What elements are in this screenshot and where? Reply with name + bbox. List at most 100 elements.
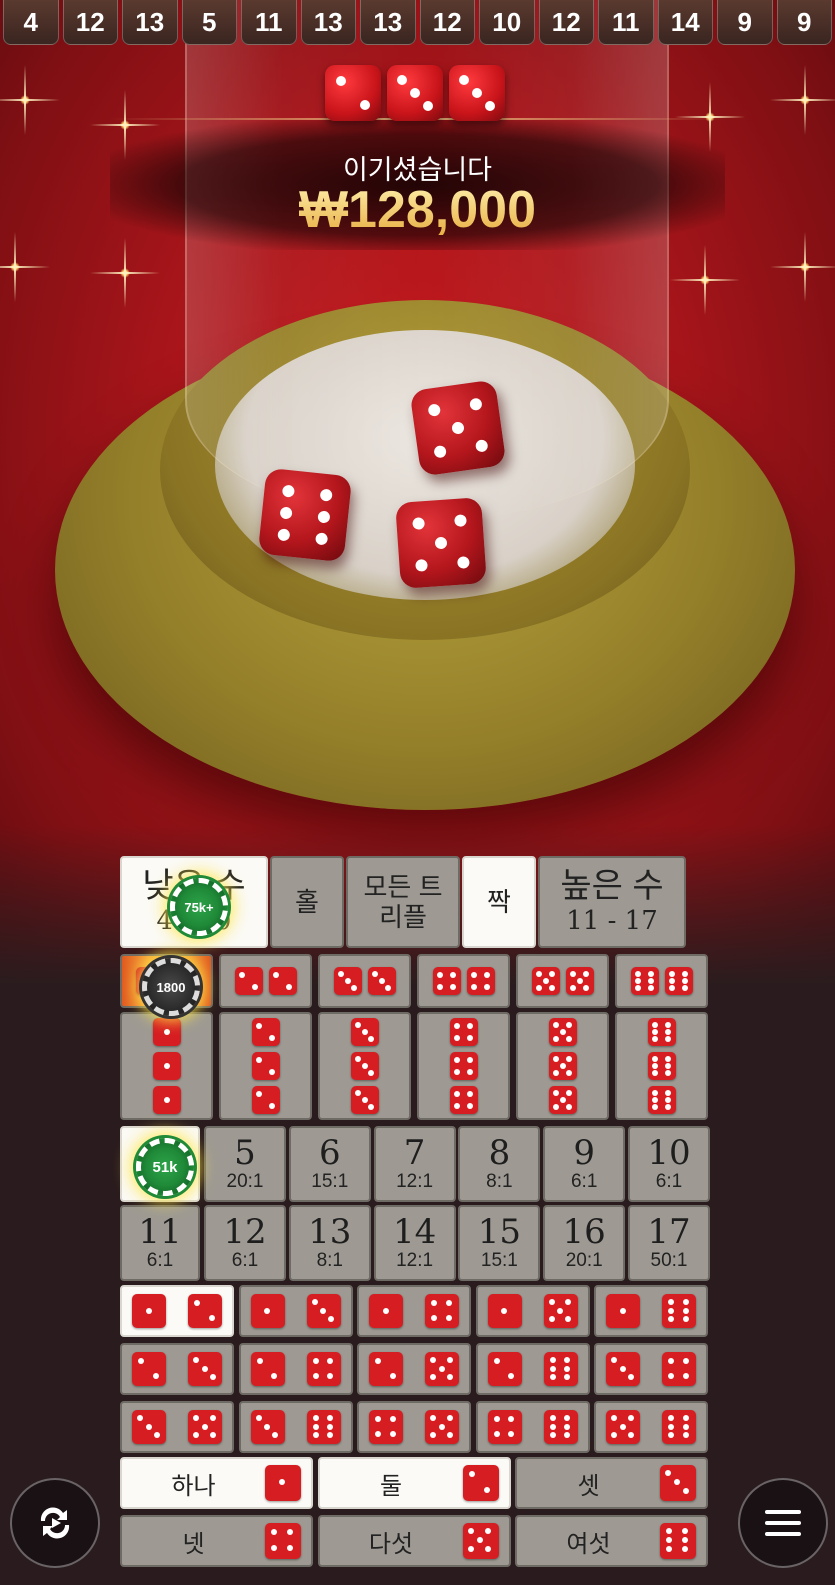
menu-button[interactable] [738, 1478, 828, 1568]
die-pip [145, 1307, 152, 1314]
die-pip [285, 984, 292, 991]
bet-sum-13[interactable]: 13 8:1 [288, 1205, 371, 1281]
die-pip [433, 444, 448, 459]
sum-number: 16 [562, 1212, 606, 1252]
bet-double-4[interactable] [417, 954, 510, 1008]
bet-sum-8[interactable]: 8 8:1 [458, 1126, 541, 1202]
bet-combo-2-5[interactable] [357, 1343, 471, 1395]
bet-single-5[interactable]: 다섯 [317, 1515, 511, 1567]
bet-odd[interactable]: 홀 [270, 856, 344, 948]
bet-triple-4[interactable] [417, 1012, 510, 1120]
die-icon-6 [543, 1352, 578, 1386]
bet-high[interactable]: 높은 수 11 - 17 [538, 856, 686, 948]
repeat-bet-button[interactable] [10, 1478, 100, 1568]
die-pip [664, 1021, 671, 1028]
die-pip [666, 1546, 673, 1553]
die-pip [337, 971, 344, 978]
bet-sum-9[interactable]: 9 6:1 [543, 1126, 626, 1202]
bet-sum-17[interactable]: 17 50:1 [628, 1205, 710, 1281]
bet-triple-6[interactable] [615, 1012, 708, 1120]
die-pip [311, 1299, 318, 1306]
bet-sum-6[interactable]: 6 15:1 [288, 1126, 371, 1202]
bet-combo-1-2[interactable] [120, 1285, 234, 1337]
bet-even[interactable]: 짝 [462, 856, 536, 948]
die-pip [682, 1414, 689, 1421]
die-pip [664, 1097, 671, 1103]
die-pip [434, 536, 448, 550]
die-pip [371, 971, 378, 978]
bet-triple-2[interactable] [219, 1012, 312, 1120]
bet-combo-2-3[interactable] [120, 1343, 234, 1395]
bet-combo-1-3[interactable] [238, 1285, 353, 1337]
bet-combo-5-6[interactable] [594, 1401, 708, 1453]
die-pip [552, 1069, 559, 1076]
bet-sum-14[interactable]: 14 12:1 [373, 1205, 456, 1281]
die-pip [627, 1431, 634, 1438]
die-pip [446, 1357, 453, 1364]
bet-combo-1-5[interactable] [475, 1285, 590, 1337]
bet-sum-12[interactable]: 12 6:1 [204, 1205, 286, 1281]
die-pip [368, 1103, 375, 1110]
die-pip [548, 1299, 555, 1306]
bet-combo-3-6[interactable] [238, 1401, 353, 1453]
die-pip [666, 1527, 673, 1534]
die-pip [454, 1056, 461, 1063]
bet-combo-2-4[interactable] [238, 1343, 353, 1395]
die-icon-5 [606, 1410, 640, 1444]
bet-single-6[interactable]: 여섯 [515, 1515, 708, 1567]
die-pip [389, 1430, 396, 1437]
bet-combo-2-6[interactable] [475, 1343, 590, 1395]
bet-single-3[interactable]: 셋 [515, 1457, 708, 1509]
sum-payout: 50:1 [650, 1250, 688, 1271]
die-icon-3 [250, 1410, 285, 1444]
bet-double-5[interactable] [516, 954, 609, 1008]
bet-sum-7[interactable]: 7 12:1 [373, 1126, 456, 1202]
die-icon-4 [369, 1410, 403, 1444]
repeat-icon [40, 1507, 70, 1539]
die-pip [476, 1537, 483, 1543]
bet-sum-15[interactable]: 15 15:1 [458, 1205, 541, 1281]
bet-combo-4-6[interactable] [475, 1401, 590, 1453]
bet-combo-4-5[interactable] [357, 1401, 471, 1453]
bet-single-2[interactable]: 둘 [317, 1457, 511, 1509]
die-pip [471, 971, 478, 978]
die-pip [552, 1056, 559, 1063]
bet-sum-5[interactable]: 5 20:1 [204, 1126, 286, 1202]
die-pip [652, 1021, 659, 1028]
bet-sum-16[interactable]: 16 20:1 [543, 1205, 626, 1281]
die-icon-1 [152, 1086, 181, 1114]
die-pip [471, 984, 478, 991]
die-pip [446, 1431, 453, 1438]
bet-combo-3-5[interactable] [120, 1401, 234, 1453]
die-icon-5 [565, 967, 594, 995]
die-pip [430, 1431, 437, 1438]
bet-double-2[interactable] [219, 954, 312, 1008]
bet-single-1[interactable]: 하나 [120, 1457, 313, 1509]
die-icon-1 [369, 1294, 403, 1328]
bet-single-4[interactable]: 넷 [120, 1515, 313, 1567]
bet-double-6[interactable] [615, 954, 708, 1008]
die-pip [312, 1414, 319, 1421]
die-pip [467, 1528, 474, 1535]
bet-triple-5[interactable] [516, 1012, 609, 1120]
bet-any-triple[interactable]: 모든 트리플 [346, 856, 460, 948]
die-pip [317, 510, 331, 524]
bet-triple-3[interactable] [318, 1012, 411, 1120]
bet-combo-3-4[interactable] [594, 1343, 708, 1395]
die-pip [396, 74, 407, 85]
bet-double-3[interactable] [318, 954, 411, 1008]
die-pip [208, 1314, 215, 1321]
bet-combo-1-6[interactable] [594, 1285, 708, 1337]
die-icon-6 [543, 1410, 578, 1444]
bet-sum-10[interactable]: 10 6:1 [628, 1126, 710, 1202]
die-pip [466, 1022, 473, 1029]
die-icon-6 [306, 1410, 341, 1444]
die-pip [446, 1373, 453, 1380]
bet-triple-1[interactable] [120, 1012, 213, 1120]
bet-sum-11[interactable]: 11 6:1 [120, 1205, 200, 1281]
die-pip [378, 978, 385, 984]
die-pip [483, 984, 490, 991]
bet-combo-1-4[interactable] [357, 1285, 471, 1337]
die-icon-1 [606, 1294, 640, 1328]
die-icon-3 [132, 1410, 166, 1444]
